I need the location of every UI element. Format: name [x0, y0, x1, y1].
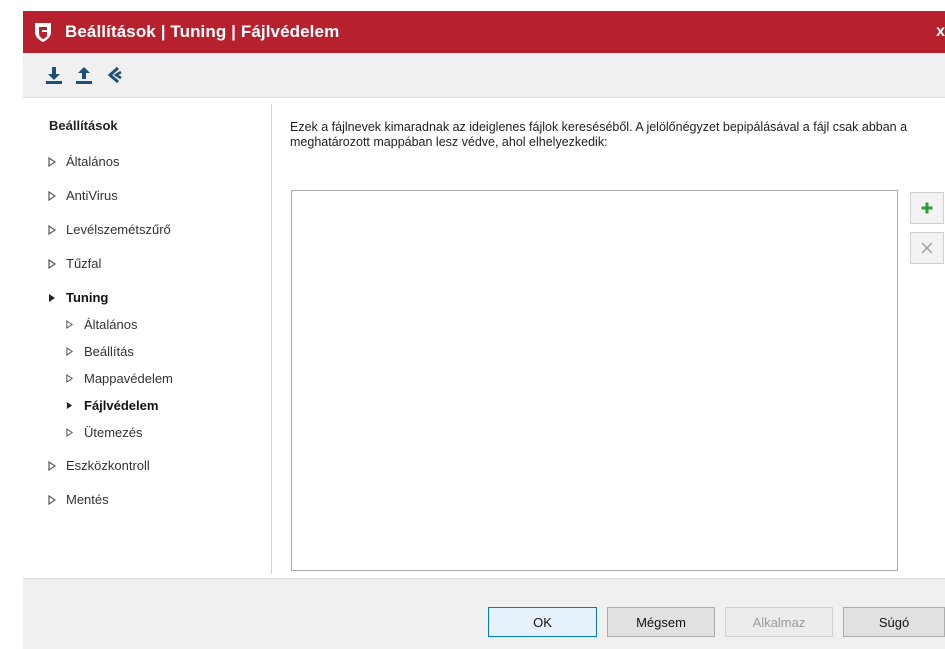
title-bar: Beállítások | Tuning | Fájlvédelem x: [23, 11, 945, 53]
apply-button[interactable]: Alkalmaz: [725, 607, 833, 637]
nav-subitem-beallitas[interactable]: Beállítás: [66, 344, 134, 359]
settings-window: Beállítások | Tuning | Fájlvédelem x Beá…: [0, 0, 945, 649]
nav-item-label: Tuning: [66, 290, 109, 305]
nav-item-label: AntiVirus: [66, 188, 118, 203]
nav-item-label: Ütemezés: [84, 425, 143, 440]
expand-arrow-icon: [48, 460, 60, 471]
nav-item-altalanos[interactable]: Általános: [48, 154, 119, 169]
nav-item-firewall[interactable]: Tűzfal: [48, 256, 101, 271]
remove-button[interactable]: [910, 232, 944, 264]
window-title: Beállítások | Tuning | Fájlvédelem: [65, 22, 340, 41]
expanded-arrow-icon: [48, 293, 60, 303]
nav-item-label: Beállítás: [84, 344, 134, 359]
dialog-footer: OK Mégsem Alkalmaz Súgó: [23, 578, 945, 649]
nav-item-label: Mentés: [66, 492, 109, 507]
expand-arrow-icon: [48, 156, 60, 167]
export-button[interactable]: [73, 63, 95, 87]
selected-arrow-icon: [66, 401, 78, 410]
expand-arrow-icon: [66, 320, 78, 329]
import-download-icon: [46, 67, 62, 84]
close-icon[interactable]: x: [936, 23, 945, 41]
reset-button[interactable]: [103, 63, 125, 87]
expand-arrow-icon: [48, 190, 60, 201]
expand-arrow-icon: [66, 374, 78, 383]
nav-item-spam-filter[interactable]: Levélszemétszűrő: [48, 222, 171, 237]
file-protection-panel: Ezek a fájlnevek kimaradnak az ideiglene…: [272, 98, 945, 578]
nav-item-label: Általános: [66, 154, 120, 169]
nav-item-backup[interactable]: Mentés: [48, 492, 109, 507]
reset-defaults-icon: [107, 66, 122, 84]
description-text: Ezek a fájlnevek kimaradnak az ideiglene…: [290, 120, 908, 149]
import-button[interactable]: [43, 63, 65, 87]
background-edge: [0, 0, 12, 649]
plus-icon: [921, 202, 933, 214]
nav-subitem-fajlvedelem[interactable]: Fájlvédelem: [66, 398, 158, 413]
expand-arrow-icon: [48, 258, 60, 269]
nav-item-tuning[interactable]: Tuning: [48, 290, 108, 305]
nav-subitem-altalanos[interactable]: Általános: [66, 317, 137, 332]
expand-arrow-icon: [66, 347, 78, 356]
nav-subitem-mappavedelem[interactable]: Mappavédelem: [66, 371, 173, 386]
excluded-files-list[interactable]: [291, 190, 898, 571]
add-button[interactable]: [910, 192, 944, 224]
expand-arrow-icon: [48, 494, 60, 505]
expand-arrow-icon: [66, 428, 78, 437]
nav-item-device-control[interactable]: Eszközkontroll: [48, 458, 150, 473]
nav-subitem-utemezes[interactable]: Ütemezés: [66, 425, 143, 440]
cancel-button[interactable]: Mégsem: [607, 607, 715, 637]
expand-arrow-icon: [48, 224, 60, 235]
help-button[interactable]: Súgó: [843, 607, 945, 637]
nav-item-label: Eszközkontroll: [66, 458, 150, 473]
nav-item-label: Tűzfal: [66, 256, 102, 271]
nav-item-label: Mappavédelem: [84, 371, 173, 386]
nav-item-label: Levélszemétszűrő: [66, 222, 171, 237]
nav-item-label: Általános: [84, 317, 138, 332]
settings-nav-tree: Beállítások Általános AntiVirus Levélsze…: [23, 98, 271, 578]
close-icon: [921, 242, 933, 254]
gdata-logo-icon: [35, 23, 51, 42]
nav-item-label: Fájlvédelem: [84, 398, 159, 413]
nav-heading[interactable]: Beállítások: [49, 118, 118, 133]
toolbar: [23, 53, 945, 98]
nav-item-antivirus[interactable]: AntiVirus: [48, 188, 118, 203]
ok-button[interactable]: OK: [488, 607, 597, 637]
export-upload-icon: [76, 67, 92, 84]
